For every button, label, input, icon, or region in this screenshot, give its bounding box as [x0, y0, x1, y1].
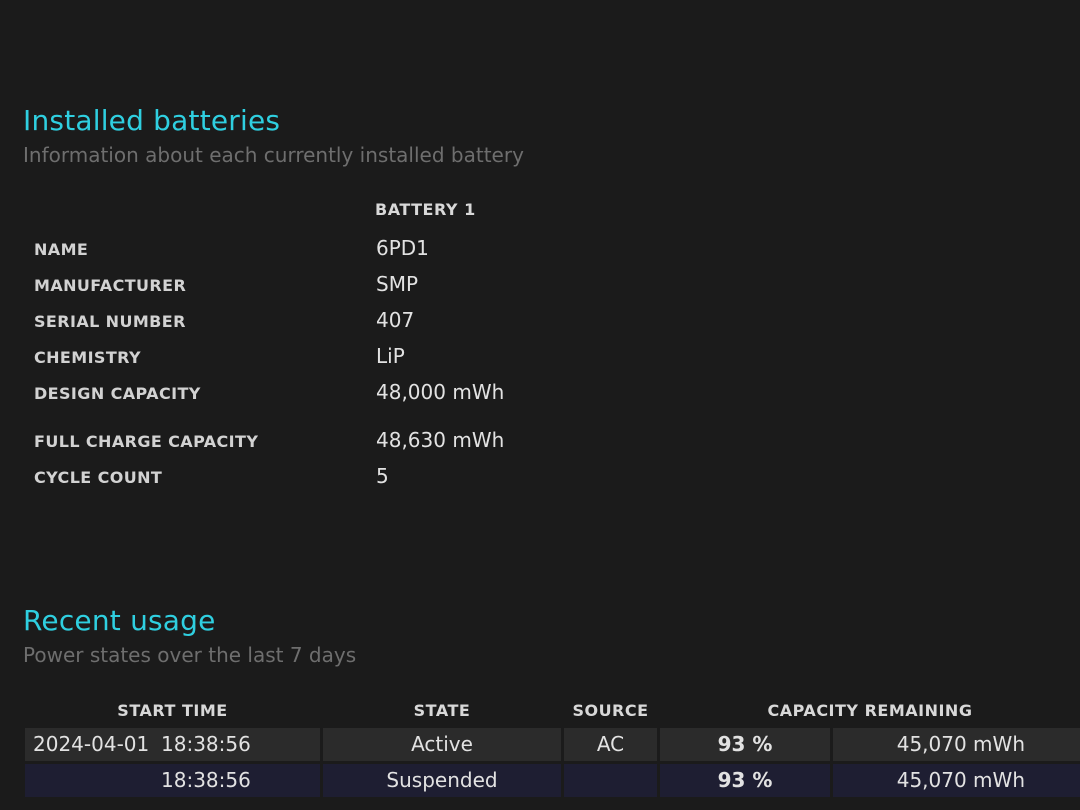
header-start-time: START TIME [117, 701, 228, 720]
battery-label: FULL CHARGE CAPACITY [34, 432, 259, 451]
battery-label: DESIGN CAPACITY [34, 384, 201, 403]
header-source: SOURCE [572, 701, 649, 720]
state-cell: Active [323, 728, 561, 761]
battery-row-chemistry: CHEMISTRY LiP [0, 339, 700, 375]
recent-usage-subtitle: Power states over the last 7 days [23, 643, 357, 667]
installed-batteries-title: Installed batteries [23, 104, 281, 137]
start-clock: 18:38:56 [161, 732, 251, 756]
battery-column-header: BATTERY 1 [375, 200, 476, 219]
battery-row-cycle-count: CYCLE COUNT 5 [0, 459, 700, 495]
table-row: 2024-04-01 18:38:56 Active AC 93 % 45,070… [25, 728, 1080, 761]
recent-usage-title: Recent usage [23, 604, 216, 637]
battery-label: MANUFACTURER [34, 276, 187, 295]
battery-label: SERIAL NUMBER [34, 312, 186, 331]
battery-row-manufacturer: MANUFACTURER SMP [0, 267, 700, 303]
state-cell: Suspended [323, 764, 561, 797]
start-clock: 18:38:56 [161, 768, 251, 792]
battery-row-serial-number: SERIAL NUMBER 407 [0, 303, 700, 339]
percent-cell: 93 % [660, 728, 830, 761]
battery-label: NAME [34, 240, 89, 259]
capacity-cell: 45,070 mWh [833, 728, 1080, 761]
battery-row-full-charge-capacity: FULL CHARGE CAPACITY 48,630 mWh [0, 423, 700, 459]
battery-label: CHEMISTRY [34, 348, 142, 367]
battery-row-name: NAME 6PD1 [0, 231, 700, 267]
battery-value: 48,630 mWh [376, 428, 505, 452]
capacity-cell: 45,070 mWh [833, 764, 1080, 797]
battery-label: CYCLE COUNT [34, 468, 163, 487]
table-row: 18:38:56 Suspended 93 % 45,070 mWh [25, 764, 1080, 797]
battery-value: LiP [376, 344, 405, 368]
source-cell [564, 764, 657, 797]
battery-value: 48,000 mWh [376, 380, 505, 404]
battery-row-design-capacity: DESIGN CAPACITY 48,000 mWh [0, 375, 700, 411]
header-capacity-remaining: CAPACITY REMAINING [767, 701, 973, 720]
battery-value: SMP [376, 272, 419, 296]
start-date: 2024-04-01 [33, 732, 150, 756]
source-cell: AC [564, 728, 657, 761]
installed-batteries-subtitle: Information about each currently install… [23, 143, 524, 167]
start-time-cell: 18:38:56 [25, 764, 320, 797]
header-state: STATE [413, 701, 471, 720]
battery-value: 407 [376, 308, 415, 332]
start-time-cell: 2024-04-01 18:38:56 [25, 728, 320, 761]
battery-value: 5 [376, 464, 389, 488]
battery-value: 6PD1 [376, 236, 429, 260]
percent-cell: 93 % [660, 764, 830, 797]
